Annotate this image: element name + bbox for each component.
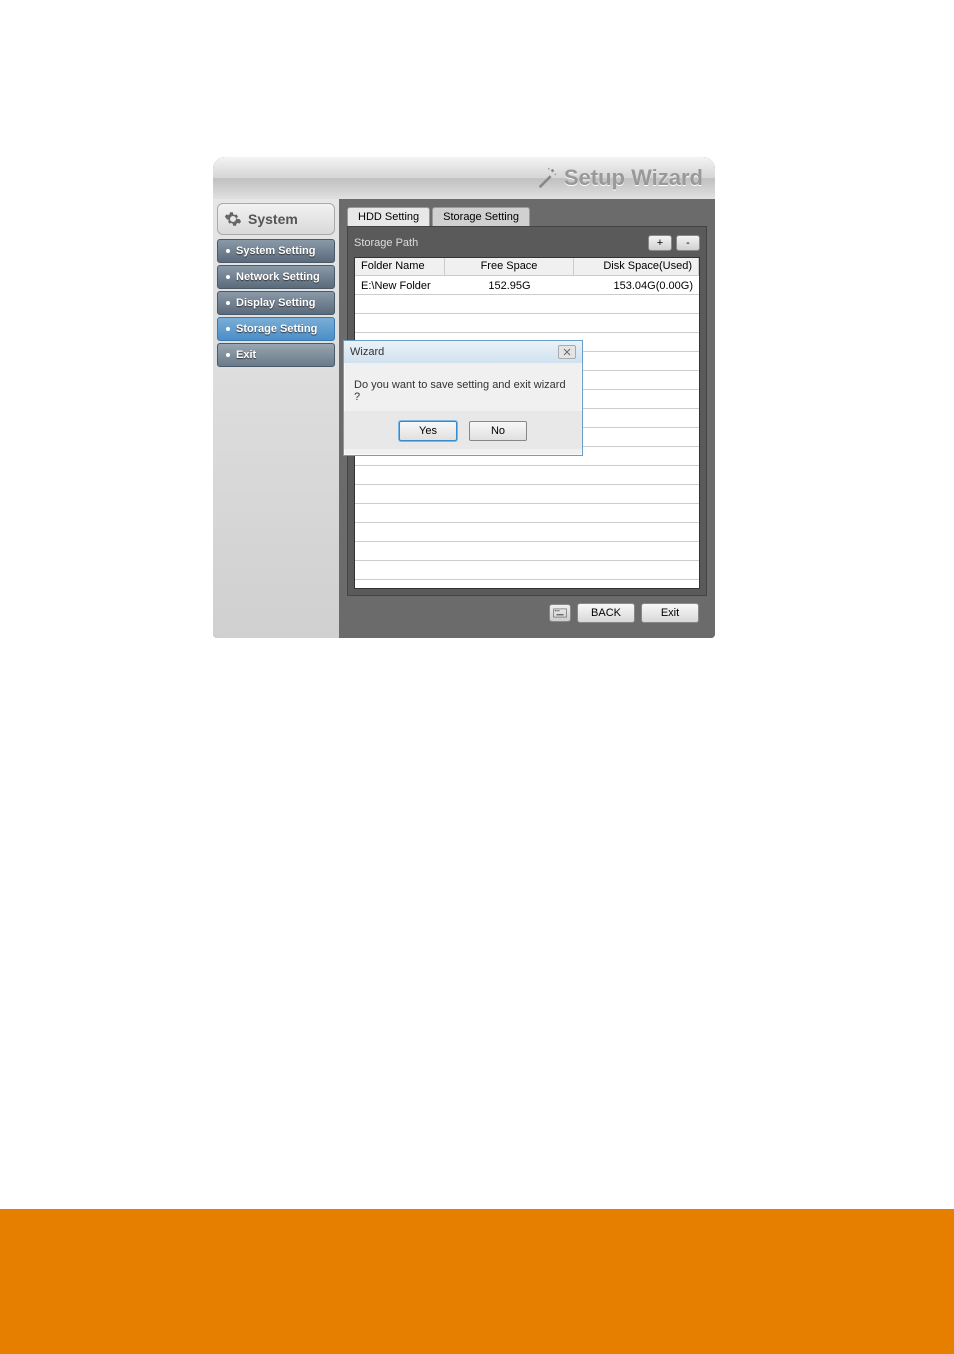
yes-button[interactable]: Yes — [399, 421, 457, 441]
sidebar-item-storage-setting[interactable]: Storage Setting — [217, 317, 335, 341]
title-bar: Setup Wizard — [213, 157, 715, 199]
sidebar-item-system-setting[interactable]: System Setting — [217, 239, 335, 263]
confirm-dialog: Wizard Do you want to save setting and e… — [343, 340, 583, 456]
col-folder-name[interactable]: Folder Name — [355, 258, 445, 275]
dialog-message: Do you want to save setting and exit wiz… — [344, 363, 582, 411]
page-footer-bar — [0, 1209, 954, 1354]
exit-button[interactable]: Exit — [641, 603, 699, 623]
add-path-button[interactable]: + — [648, 235, 672, 251]
sidebar-item-label: System Setting — [236, 245, 315, 257]
window-title: Setup Wizard — [536, 165, 703, 191]
sidebar-item-exit[interactable]: Exit — [217, 343, 335, 367]
col-free-space[interactable]: Free Space — [445, 258, 574, 275]
grid-header: Folder Name Free Space Disk Space(Used) — [355, 258, 699, 276]
close-x-icon — [563, 348, 571, 356]
table-row[interactable]: E:\New Folder 152.95G 153.04G(0.00G) — [355, 276, 699, 295]
storage-path-row: Storage Path + - — [354, 233, 700, 253]
remove-path-button[interactable]: - — [676, 235, 700, 251]
sidebar-header: System — [217, 203, 335, 235]
wand-icon — [536, 167, 558, 189]
close-icon[interactable] — [558, 345, 576, 359]
sidebar-item-display-setting[interactable]: Display Setting — [217, 291, 335, 315]
sidebar-header-label: System — [248, 211, 298, 227]
cell-disk: 153.04G(0.00G) — [574, 278, 699, 294]
sidebar: System System Setting Network Setting Di… — [213, 199, 339, 638]
dialog-buttons: Yes No — [344, 411, 582, 449]
sidebar-item-label: Storage Setting — [236, 323, 317, 335]
back-button[interactable]: BACK — [577, 603, 635, 623]
cell-free: 152.95G — [445, 278, 574, 294]
tab-hdd-setting[interactable]: HDD Setting — [347, 207, 430, 226]
tabs: HDD Setting Storage Setting — [347, 207, 707, 226]
sidebar-item-label: Exit — [236, 349, 256, 361]
dialog-title: Wizard — [350, 346, 384, 358]
keyboard-icon[interactable] — [549, 604, 571, 622]
cell-folder: E:\New Folder — [355, 278, 445, 294]
sidebar-item-label: Network Setting — [236, 271, 320, 283]
sidebar-item-label: Display Setting — [236, 297, 315, 309]
window-title-text: Setup Wizard — [564, 165, 703, 191]
sidebar-item-network-setting[interactable]: Network Setting — [217, 265, 335, 289]
keyboard-svg-icon — [553, 608, 567, 618]
gear-icon — [224, 210, 242, 228]
tab-storage-setting[interactable]: Storage Setting — [432, 207, 530, 226]
col-disk-space[interactable]: Disk Space(Used) — [574, 258, 699, 275]
setup-wizard-window: Setup Wizard System System Setting Netwo… — [213, 157, 715, 638]
dialog-title-bar: Wizard — [344, 341, 582, 363]
storage-path-label: Storage Path — [354, 237, 644, 249]
no-button[interactable]: No — [469, 421, 527, 441]
footer-bar: BACK Exit — [347, 596, 707, 630]
